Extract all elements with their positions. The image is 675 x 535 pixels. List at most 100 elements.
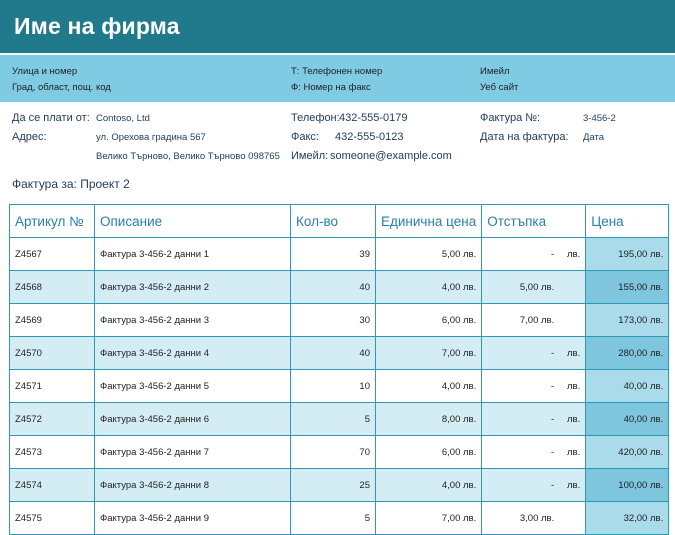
discount-value: 7,00 лв. bbox=[519, 314, 555, 326]
discount-currency: лв. bbox=[566, 413, 581, 425]
company-name: Име на фирма bbox=[14, 13, 180, 39]
discount-cell: - лв. bbox=[481, 435, 587, 469]
description-cell: Фактура 3-456-2 данни 5 bbox=[94, 369, 291, 403]
discount-cell: - лв. bbox=[481, 336, 587, 370]
discount-value: - bbox=[551, 479, 555, 491]
description-cell: Фактура 3-456-2 данни 2 bbox=[94, 270, 291, 304]
table-row: Z4567 Фактура 3-456-2 данни 1 39 5,00 лв… bbox=[9, 237, 670, 271]
pay-to-name: Contoso, Ltd bbox=[96, 113, 150, 124]
invoice-number: 3-456-2 bbox=[583, 113, 616, 124]
item-no-cell: Z4571 bbox=[9, 369, 95, 403]
table-row: Z4575 Фактура 3-456-2 данни 9 5 7,00 лв.… bbox=[9, 501, 670, 535]
table-row: Z4571 Фактура 3-456-2 данни 5 10 4,00 лв… bbox=[9, 369, 670, 403]
discount-cell: 5,00 лв. bbox=[481, 270, 587, 304]
table-header-row: Артикул № Описание Кол-во Единична цена … bbox=[9, 204, 670, 238]
invoice-table: Артикул № Описание Кол-во Единична цена … bbox=[9, 204, 670, 535]
invoice-date-label: Дата на фактура: bbox=[480, 131, 569, 143]
phone-text: Т: Телефонен номер bbox=[291, 66, 383, 77]
header-quantity: Кол-во bbox=[290, 204, 376, 238]
quantity-cell: 5 bbox=[290, 501, 376, 535]
quantity-cell: 25 bbox=[290, 468, 376, 502]
description-cell: Фактура 3-456-2 данни 4 bbox=[94, 336, 291, 370]
unit-price-cell: 4,00 лв. bbox=[374, 468, 483, 502]
price-cell: 40,00 лв. bbox=[585, 402, 670, 436]
quantity-cell: 39 bbox=[290, 237, 376, 271]
header-price: Цена bbox=[585, 204, 670, 238]
table-row: Z4573 Фактура 3-456-2 данни 7 70 6,00 лв… bbox=[9, 435, 670, 469]
website-text: Уеб сайт bbox=[480, 82, 519, 93]
discount-currency: лв. bbox=[566, 479, 581, 491]
price-cell: 40,00 лв. bbox=[585, 369, 670, 403]
contact-email-label: Имейл: bbox=[291, 150, 329, 162]
discount-cell: - лв. bbox=[481, 369, 587, 403]
unit-price-cell: 6,00 лв. bbox=[374, 303, 483, 337]
city-text: Град, област, пощ. код bbox=[12, 82, 111, 93]
quantity-cell: 10 bbox=[290, 369, 376, 403]
unit-price-cell: 5,00 лв. bbox=[374, 237, 483, 271]
unit-price-cell: 4,00 лв. bbox=[374, 270, 483, 304]
quantity-cell: 5 bbox=[290, 402, 376, 436]
discount-cell: - лв. bbox=[481, 402, 587, 436]
item-no-cell: Z4569 bbox=[9, 303, 95, 337]
pay-to-label: Да се плати от: bbox=[12, 112, 90, 124]
header-item-no: Артикул № bbox=[9, 204, 95, 238]
invoice-date: Дата bbox=[583, 132, 605, 143]
discount-value: - bbox=[551, 413, 555, 425]
header-description: Описание bbox=[94, 204, 291, 238]
quantity-cell: 40 bbox=[290, 270, 376, 304]
contact-phone-label: Телефон: bbox=[291, 112, 340, 124]
discount-cell: - лв. bbox=[481, 468, 587, 502]
table-row: Z4574 Фактура 3-456-2 данни 8 25 4,00 лв… bbox=[9, 468, 670, 502]
description-cell: Фактура 3-456-2 данни 8 bbox=[94, 468, 291, 502]
unit-price-cell: 7,00 лв. bbox=[374, 336, 483, 370]
description-cell: Фактура 3-456-2 данни 9 bbox=[94, 501, 291, 535]
contact-fax: 432-555-0123 bbox=[335, 131, 404, 143]
discount-value: - bbox=[551, 380, 555, 392]
discount-currency: лв. bbox=[566, 347, 581, 359]
table-row: Z4572 Фактура 3-456-2 данни 6 5 8,00 лв.… bbox=[9, 402, 670, 436]
discount-value: - bbox=[551, 446, 555, 458]
title-bar: Име на фирма bbox=[0, 0, 675, 53]
address-line2: Велико Търново, Велико Търново 098765 bbox=[96, 151, 280, 162]
unit-price-cell: 6,00 лв. bbox=[374, 435, 483, 469]
discount-currency: лв. bbox=[566, 380, 581, 392]
table-row: Z4569 Фактура 3-456-2 данни 3 30 6,00 лв… bbox=[9, 303, 670, 337]
address-bar: Улица и номер Град, област, пощ. код Т: … bbox=[0, 55, 675, 102]
discount-value: 5,00 лв. bbox=[519, 281, 555, 293]
address-line1: ул. Орехова градина 567 bbox=[96, 132, 206, 143]
contact-email: someone@example.com bbox=[330, 150, 452, 162]
header-unit-price: Единична цена bbox=[374, 204, 483, 238]
item-no-cell: Z4568 bbox=[9, 270, 95, 304]
quantity-cell: 40 bbox=[290, 336, 376, 370]
description-cell: Фактура 3-456-2 данни 1 bbox=[94, 237, 291, 271]
unit-price-cell: 7,00 лв. bbox=[374, 501, 483, 535]
description-cell: Фактура 3-456-2 данни 7 bbox=[94, 435, 291, 469]
discount-cell: 7,00 лв. bbox=[481, 303, 587, 337]
item-no-cell: Z4574 bbox=[9, 468, 95, 502]
quantity-cell: 30 bbox=[290, 303, 376, 337]
fax-text: Ф: Номер на факс bbox=[291, 82, 371, 93]
discount-currency: лв. bbox=[566, 248, 581, 260]
header-discount: Отстъпка bbox=[481, 204, 587, 238]
price-cell: 100,00 лв. bbox=[585, 468, 670, 502]
description-cell: Фактура 3-456-2 данни 6 bbox=[94, 402, 291, 436]
item-no-cell: Z4567 bbox=[9, 237, 95, 271]
price-cell: 155,00 лв. bbox=[585, 270, 670, 304]
description-cell: Фактура 3-456-2 данни 3 bbox=[94, 303, 291, 337]
discount-cell: - лв. bbox=[481, 237, 587, 271]
bill-for-text: Фактура за: Проект 2 bbox=[12, 177, 130, 191]
price-cell: 195,00 лв. bbox=[585, 237, 670, 271]
table-row: Z4570 Фактура 3-456-2 данни 4 40 7,00 лв… bbox=[9, 336, 670, 370]
quantity-cell: 70 bbox=[290, 435, 376, 469]
price-cell: 420,00 лв. bbox=[585, 435, 670, 469]
discount-value: 3,00 лв. bbox=[519, 512, 555, 524]
price-cell: 173,00 лв. bbox=[585, 303, 670, 337]
price-cell: 280,00 лв. bbox=[585, 336, 670, 370]
email-text: Имейл bbox=[480, 66, 510, 77]
item-no-cell: Z4572 bbox=[9, 402, 95, 436]
contact-phone: 432-555-0179 bbox=[339, 112, 408, 124]
price-cell: 32,00 лв. bbox=[585, 501, 670, 535]
discount-cell: 3,00 лв. bbox=[481, 501, 587, 535]
item-no-cell: Z4573 bbox=[9, 435, 95, 469]
unit-price-cell: 4,00 лв. bbox=[374, 369, 483, 403]
